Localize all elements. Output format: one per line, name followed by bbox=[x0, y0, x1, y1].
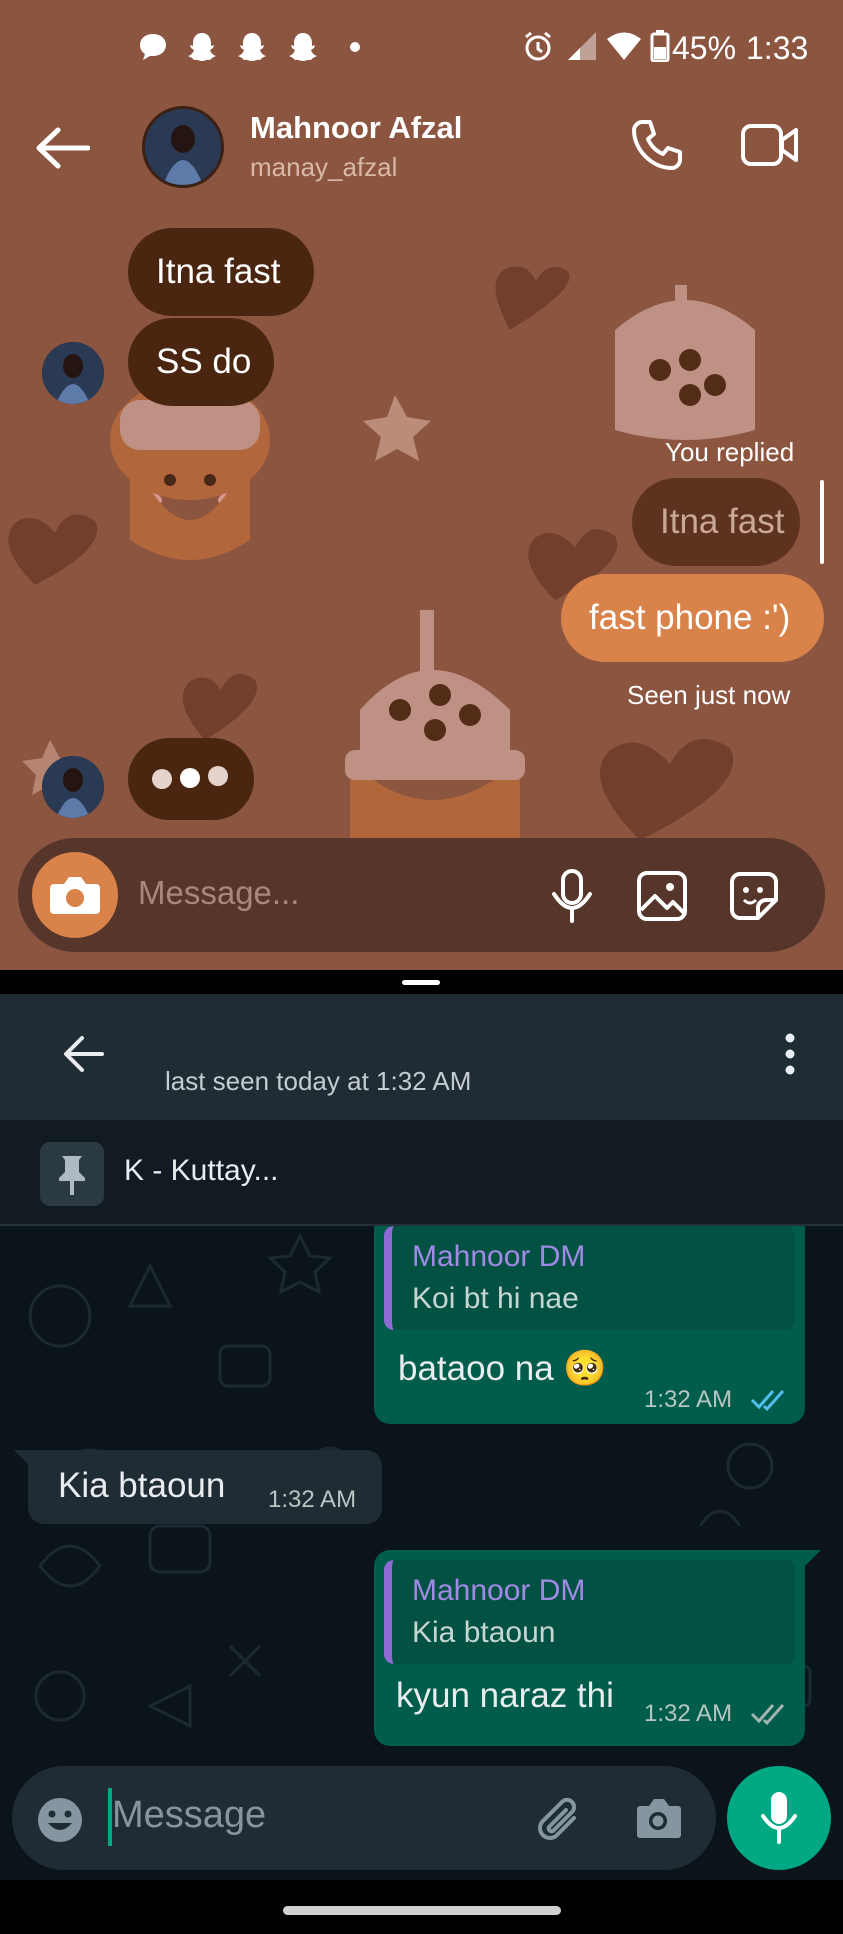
ig-chat-header: Mahnoor Afzal manay_afzal bbox=[0, 96, 843, 206]
contact-avatar[interactable] bbox=[142, 106, 224, 188]
incoming-message[interactable]: SS do bbox=[128, 318, 274, 406]
quoted-reply[interactable]: Mahnoor DM Koi bt hi nae bbox=[384, 1226, 795, 1330]
quoted-sender: Mahnoor DM bbox=[412, 1574, 586, 1607]
message-input[interactable]: Message... bbox=[138, 874, 299, 912]
sender-avatar[interactable] bbox=[42, 756, 104, 818]
clock: 1:33 bbox=[746, 30, 809, 66]
pinned-message-text: K - Kuttay... bbox=[124, 1154, 279, 1187]
snapchat-icon bbox=[289, 33, 317, 61]
microphone-icon[interactable] bbox=[550, 868, 594, 924]
messages-icon bbox=[140, 34, 166, 60]
whatsapp-chat-pane: last seen today at 1:32 AM K - Kuttay...… bbox=[0, 994, 843, 1934]
typing-dots-icon bbox=[152, 766, 228, 789]
voice-message-button[interactable] bbox=[727, 1766, 831, 1870]
snapchat-icon bbox=[238, 33, 266, 61]
quoted-reply[interactable]: Mahnoor DM Kia btaoun bbox=[384, 1560, 795, 1664]
camera-icon[interactable] bbox=[634, 1796, 682, 1840]
battery-icon bbox=[650, 30, 670, 62]
outgoing-message[interactable]: Mahnoor DM Koi bt hi nae bataoo na 🥺 1:3… bbox=[374, 1226, 805, 1424]
message-time: 1:32 AM bbox=[644, 1386, 733, 1413]
contact-username[interactable]: manay_afzal bbox=[250, 152, 397, 183]
battery-percent: 45% bbox=[672, 30, 737, 66]
pin-icon bbox=[40, 1142, 104, 1206]
dot-icon bbox=[350, 42, 360, 52]
split-handle[interactable] bbox=[402, 980, 440, 985]
back-arrow-icon[interactable] bbox=[34, 126, 90, 170]
sticker-icon[interactable] bbox=[728, 870, 780, 922]
replied-to-message[interactable]: Itna fast bbox=[632, 478, 800, 566]
emoji-icon[interactable] bbox=[36, 1796, 84, 1844]
message-input[interactable]: Message bbox=[112, 1794, 266, 1837]
you-replied-label: You replied bbox=[665, 437, 795, 467]
wifi-icon bbox=[607, 32, 641, 60]
bubble-tail bbox=[14, 1450, 30, 1466]
quoted-sender: Mahnoor DM bbox=[412, 1240, 586, 1273]
ig-message-composer: Message... bbox=[18, 838, 825, 952]
snapchat-icon bbox=[188, 33, 216, 61]
typing-indicator bbox=[128, 738, 254, 820]
camera-icon bbox=[50, 877, 100, 914]
wa-chat-header: last seen today at 1:32 AM bbox=[0, 994, 843, 1120]
attachment-icon[interactable] bbox=[534, 1794, 584, 1844]
bubble-tail bbox=[805, 1550, 821, 1566]
seen-status: Seen just now bbox=[627, 680, 791, 710]
read-receipt-icon bbox=[750, 1390, 785, 1412]
message-time: 1:32 AM bbox=[644, 1700, 733, 1727]
phone-call-icon[interactable] bbox=[630, 118, 682, 172]
home-gesture-handle[interactable] bbox=[283, 1906, 561, 1915]
message-text: bataoo na 🥺 bbox=[398, 1349, 608, 1388]
microphone-icon bbox=[761, 1792, 797, 1844]
quoted-text: Kia btaoun bbox=[412, 1616, 556, 1649]
message-time: 1:32 AM bbox=[268, 1486, 357, 1513]
alarm-icon bbox=[525, 31, 551, 61]
wa-message-composer: Message bbox=[12, 1766, 716, 1870]
message-text: Kia btaoun bbox=[58, 1466, 226, 1505]
signal-icon bbox=[568, 32, 596, 60]
message-text: kyun naraz thi bbox=[396, 1676, 614, 1715]
quoted-text: Koi bt hi nae bbox=[412, 1282, 579, 1315]
sender-avatar[interactable] bbox=[42, 342, 104, 404]
incoming-message[interactable]: Itna fast bbox=[128, 228, 314, 316]
more-options-icon[interactable] bbox=[782, 1032, 798, 1076]
outgoing-message[interactable]: fast phone :') bbox=[561, 574, 824, 662]
video-call-icon[interactable] bbox=[740, 120, 800, 170]
pinned-message-bar[interactable]: K - Kuttay... bbox=[0, 1120, 843, 1226]
reply-indicator-line bbox=[820, 480, 824, 564]
incoming-message[interactable]: Kia btaoun 1:32 AM bbox=[28, 1450, 382, 1524]
chat-area: Mahnoor DM Koi bt hi nae bataoo na 🥺 1:3… bbox=[0, 1226, 843, 1766]
back-arrow-icon[interactable] bbox=[62, 1034, 104, 1074]
status-bar: 45% 1:33 bbox=[0, 0, 843, 96]
outgoing-message[interactable]: Mahnoor DM Kia btaoun kyun naraz thi 1:3… bbox=[374, 1550, 805, 1746]
delivered-receipt-icon bbox=[750, 1704, 785, 1726]
instagram-chat-pane: 45% 1:33 Mahnoor Afzal manay_afzal Itna … bbox=[0, 0, 843, 970]
contact-name[interactable]: Mahnoor Afzal bbox=[250, 110, 462, 146]
camera-button[interactable] bbox=[32, 852, 118, 938]
gallery-icon[interactable] bbox=[636, 870, 688, 922]
last-seen-status[interactable]: last seen today at 1:32 AM bbox=[165, 1066, 471, 1097]
